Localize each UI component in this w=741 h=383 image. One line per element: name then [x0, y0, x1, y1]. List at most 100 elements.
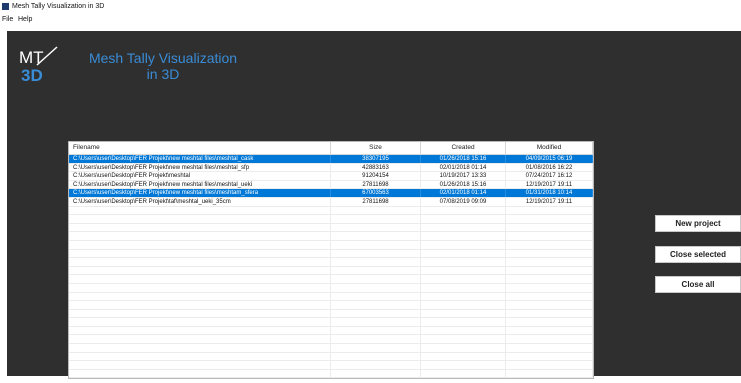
cell-modified: 01/31/2018 10:14: [506, 189, 593, 197]
cell-filename: [69, 266, 331, 275]
cell-modified: 12/19/2017 19:11: [506, 180, 593, 189]
cell-size: 91204154: [331, 172, 421, 180]
new-project-button[interactable]: New project: [655, 215, 741, 232]
cell-size: 42883163: [331, 163, 421, 172]
table-row-empty: [69, 326, 593, 336]
window-title: Mesh Tally Visualization in 3D: [12, 3, 105, 10]
cell-filename: [69, 275, 331, 283]
cell-created: [421, 258, 506, 266]
cell-created: [421, 283, 506, 292]
cell-created: [421, 249, 506, 258]
cell-filename: [69, 223, 331, 232]
cell-size: [331, 266, 421, 275]
cell-modified: [506, 326, 593, 335]
table-header: Filename Size Created Modified: [69, 142, 593, 155]
cell-size: 27811698: [331, 180, 421, 189]
cell-created: [421, 309, 506, 318]
cell-filename: C:\Users\user\Desktop\FER Projekt\taf\me…: [69, 197, 331, 206]
menu-help[interactable]: Help: [18, 15, 32, 25]
app-title-line1: Mesh Tally Visualization: [88, 50, 238, 66]
cell-created: 02/01/2018 01:14: [421, 189, 506, 197]
close-all-button[interactable]: Close all: [655, 276, 741, 293]
svg-text:3D: 3D: [21, 66, 43, 83]
cell-size: [331, 283, 421, 292]
header-created[interactable]: Created: [421, 142, 506, 154]
cell-modified: [506, 301, 593, 309]
cell-modified: [506, 369, 593, 378]
table-row[interactable]: C:\Users\user\Desktop\FER Projekt\new me…: [69, 180, 593, 190]
cell-modified: [506, 292, 593, 301]
cell-modified: [506, 335, 593, 344]
cell-modified: [506, 361, 593, 369]
table-row-empty: [69, 309, 593, 319]
files-table[interactable]: Filename Size Created Modified C:\Users\…: [68, 141, 594, 379]
cell-modified: [506, 240, 593, 249]
cell-modified: [506, 275, 593, 283]
table-row[interactable]: C:\Users\user\Desktop\FER Projekt\new me…: [69, 189, 593, 198]
title-bar: Mesh Tally Visualization in 3D: [0, 0, 741, 13]
cell-modified: 07/24/2017 16:12: [506, 172, 593, 180]
table-row-empty: [69, 283, 593, 293]
table-row-empty: [69, 215, 593, 224]
table-row-empty: [69, 352, 593, 362]
cell-created: 01/26/2018 15:16: [421, 155, 506, 163]
cell-created: [421, 206, 506, 215]
cell-filename: [69, 292, 331, 301]
app-title-line2: in 3D: [146, 66, 180, 82]
cell-size: [331, 326, 421, 335]
cell-modified: [506, 283, 593, 292]
cell-modified: [506, 206, 593, 215]
table-row-empty: [69, 335, 593, 345]
cell-filename: [69, 326, 331, 335]
table-row-empty: [69, 240, 593, 250]
close-selected-button[interactable]: Close selected: [655, 246, 741, 263]
cell-filename: [69, 258, 331, 266]
cell-size: [331, 309, 421, 318]
table-row[interactable]: C:\Users\user\Desktop\FER Projekt\taf\me…: [69, 197, 593, 207]
cell-modified: [506, 344, 593, 352]
cell-size: [331, 258, 421, 266]
table-body: C:\Users\user\Desktop\FER Projekt\new me…: [69, 155, 593, 378]
table-row[interactable]: C:\Users\user\Desktop\FER Projekt\new me…: [69, 155, 593, 164]
cell-filename: C:\Users\user\Desktop\FER Projekt\new me…: [69, 180, 331, 189]
cell-created: [421, 318, 506, 326]
cell-size: [331, 275, 421, 283]
cell-filename: [69, 301, 331, 309]
table-row-empty: [69, 232, 593, 241]
table-row[interactable]: C:\Users\user\Desktop\FER Projekt\meshta…: [69, 172, 593, 181]
cell-created: [421, 335, 506, 344]
menu-file[interactable]: File: [2, 15, 13, 25]
header-size[interactable]: Size: [331, 142, 421, 154]
table-row-empty: [69, 292, 593, 302]
cell-created: 07/08/2019 09:09: [421, 197, 506, 206]
table-row-empty: [69, 361, 593, 370]
cell-filename: [69, 352, 331, 361]
cell-size: 38307195: [331, 155, 421, 163]
cell-size: [331, 344, 421, 352]
cell-size: [331, 240, 421, 249]
header-filename[interactable]: Filename: [69, 142, 331, 154]
cell-created: [421, 215, 506, 223]
cell-filename: [69, 369, 331, 378]
cell-size: [331, 301, 421, 309]
table-row-empty: [69, 258, 593, 267]
cell-size: [331, 232, 421, 240]
cell-size: [331, 206, 421, 215]
cell-filename: C:\Users\user\Desktop\FER Projekt\new me…: [69, 163, 331, 172]
table-row-empty: [69, 318, 593, 327]
cell-filename: [69, 283, 331, 292]
cell-modified: [506, 318, 593, 326]
cell-created: [421, 275, 506, 283]
cell-size: [331, 249, 421, 258]
table-row[interactable]: C:\Users\user\Desktop\FER Projekt\new me…: [69, 163, 593, 173]
cell-modified: [506, 223, 593, 232]
cell-modified: 01/08/2016 16:22: [506, 163, 593, 172]
app-icon: [2, 3, 9, 10]
cell-created: 02/01/2018 01:14: [421, 163, 506, 172]
cell-filename: [69, 309, 331, 318]
table-row-empty: [69, 206, 593, 216]
cell-filename: [69, 240, 331, 249]
header-modified[interactable]: Modified: [506, 142, 593, 154]
cell-created: [421, 292, 506, 301]
cell-filename: C:\Users\user\Desktop\FER Projekt\new me…: [69, 189, 331, 197]
